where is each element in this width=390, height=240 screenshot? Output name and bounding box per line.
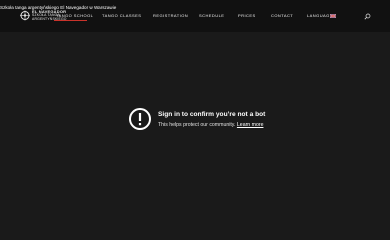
nav-item-language[interactable]: LANGUAGE <box>307 13 333 18</box>
video-title[interactable]: Szkoła tanga argentyńskiego El Navegador… <box>0 5 116 10</box>
bot-check-text: This helps protect our community. Learn … <box>158 122 263 128</box>
nav-item-contact[interactable]: CONTACT <box>271 13 293 18</box>
ship-wheel-logo-icon[interactable] <box>19 10 31 21</box>
nav-item-registration[interactable]: REGISTRATION <box>153 13 188 18</box>
search-icon[interactable] <box>364 13 371 20</box>
alert-circle-icon <box>129 108 151 130</box>
page: EL NAVEGADOR SZKOŁA TANGA ARGENTYŃSKIEGO… <box>0 0 390 240</box>
bot-check-message: Sign in to confirm you’re not a bot This… <box>128 107 278 133</box>
bot-check-title: Sign in to confirm you’re not a bot <box>158 111 266 118</box>
bot-check-description: This helps protect our community. <box>158 121 236 128</box>
nav-item-tango-school-label: TANGO SCHOOL <box>56 13 94 18</box>
nav-item-tango-classes[interactable]: TANGO CLASSES <box>102 13 141 18</box>
learn-more-link[interactable]: Learn more <box>237 122 264 128</box>
site-header: EL NAVEGADOR SZKOŁA TANGA ARGENTYŃSKIEGO… <box>0 0 390 32</box>
nav-item-prices[interactable]: PRICES <box>238 13 256 18</box>
nav-active-underline <box>54 20 87 21</box>
uk-flag-icon[interactable] <box>330 14 336 18</box>
nav-item-tango-school[interactable]: TANGO SCHOOL <box>53 11 93 20</box>
nav-item-schedule[interactable]: SCHEDULE <box>199 13 224 18</box>
